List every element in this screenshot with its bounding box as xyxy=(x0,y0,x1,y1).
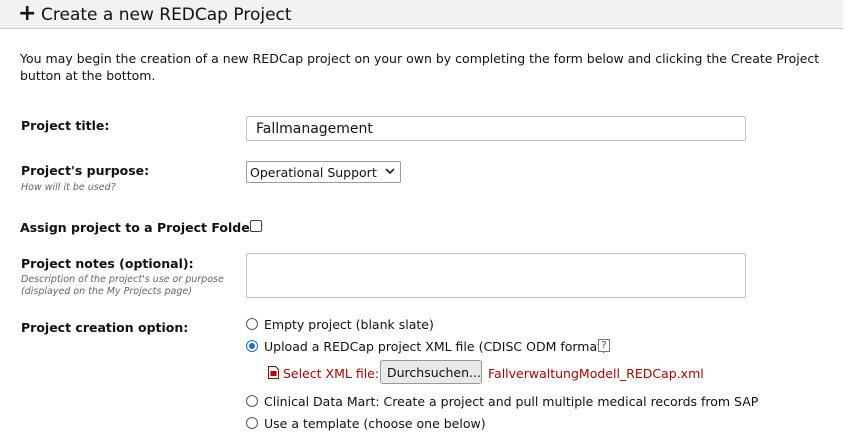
help-icon[interactable]: ? xyxy=(598,339,610,352)
project-title-input[interactable]: Fallmanagement xyxy=(246,116,746,141)
project-notes-hint-2: (displayed on the My Projects page) xyxy=(21,286,192,297)
project-title-label: Project title: xyxy=(21,118,110,133)
option-empty-project-label: Empty project (blank slate) xyxy=(264,317,434,332)
project-notes-value xyxy=(247,254,745,262)
browse-button[interactable]: Durchsuchen... xyxy=(380,360,482,384)
project-purpose-select[interactable]: Operational Support xyxy=(246,161,401,183)
project-notes-label: Project notes (optional): xyxy=(21,256,194,271)
radio-empty-project[interactable] xyxy=(246,318,258,330)
chevron-down-icon xyxy=(385,168,395,175)
project-purpose-value: Operational Support xyxy=(250,165,377,180)
project-notes-hint-1: Description of the project's use or purp… xyxy=(21,274,224,285)
project-purpose-label: Project's purpose: xyxy=(21,163,150,178)
project-creation-label: Project creation option: xyxy=(21,320,189,335)
radio-clinical-data-mart[interactable] xyxy=(246,395,258,407)
selected-file-name: FallverwaltungModell_REDCap.xml xyxy=(488,366,704,381)
plus-icon: + xyxy=(18,1,37,26)
project-folder-checkbox[interactable] xyxy=(250,220,262,232)
option-clinical-data-mart-label: Clinical Data Mart: Create a project and… xyxy=(264,394,759,409)
project-title-value: Fallmanagement xyxy=(256,121,373,137)
project-notes-textarea[interactable] xyxy=(246,253,746,298)
intro-text: You may begin the creation of a new REDC… xyxy=(20,51,820,83)
xml-file-icon xyxy=(268,366,279,379)
page-title: Create a new REDCap Project xyxy=(41,5,292,25)
project-folder-label: Assign project to a Project Folder? xyxy=(20,220,264,235)
option-use-template-label: Use a template (choose one below) xyxy=(264,416,486,431)
radio-upload-xml[interactable] xyxy=(246,340,258,352)
option-upload-xml-label: Upload a REDCap project XML file (CDISC … xyxy=(264,339,607,354)
radio-use-template[interactable] xyxy=(246,417,258,429)
project-purpose-hint: How will it be used? xyxy=(21,182,116,193)
select-xml-label: Select XML file: xyxy=(283,366,380,381)
page-header: + Create a new REDCap Project xyxy=(0,0,843,29)
